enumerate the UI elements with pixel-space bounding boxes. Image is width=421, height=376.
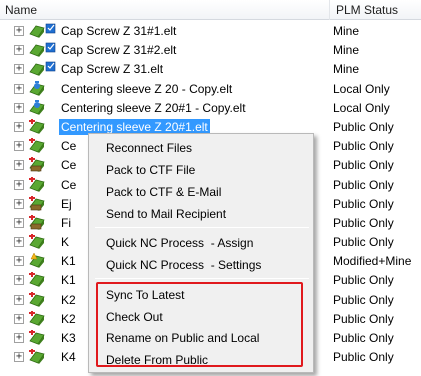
file-name[interactable]: Ce bbox=[61, 139, 76, 153]
menu-separator bbox=[95, 227, 309, 228]
file-name[interactable]: K2 bbox=[61, 293, 76, 307]
plm-status: Local Only bbox=[333, 100, 390, 115]
plm-status: Mine bbox=[333, 62, 360, 77]
plm-status: Mine bbox=[333, 43, 360, 58]
part-public-icon bbox=[28, 118, 58, 135]
file-name[interactable]: Fi bbox=[61, 216, 71, 230]
plm-status: Modified+Mine bbox=[333, 254, 412, 269]
assembly-public-icon bbox=[28, 214, 58, 231]
part-public-icon bbox=[28, 330, 58, 346]
expand-icon[interactable]: + bbox=[14, 333, 24, 343]
part-mine-icon bbox=[28, 61, 58, 77]
expand-icon[interactable]: + bbox=[14, 64, 24, 75]
file-name[interactable]: K1 bbox=[61, 273, 76, 287]
plm-status: Public Only bbox=[333, 119, 394, 134]
expand-icon[interactable]: + bbox=[14, 352, 24, 363]
part-mine-icon bbox=[28, 23, 58, 39]
file-name[interactable]: Cap Screw Z 31#1.elt bbox=[61, 24, 176, 38]
plm-status: Public Only bbox=[333, 196, 394, 211]
file-name[interactable]: Ce bbox=[61, 158, 76, 172]
expand-icon[interactable]: + bbox=[14, 26, 24, 36]
table-row[interactable]: + Cap Screw Z 31#2.elt Mine bbox=[0, 41, 421, 60]
part-public-icon bbox=[28, 291, 58, 308]
assembly-public-icon bbox=[28, 157, 58, 173]
menu-item-send-to-mail-recipient[interactable]: Send to Mail Recipient bbox=[106, 207, 226, 221]
plm-status: Mine bbox=[333, 24, 360, 38]
expand-icon[interactable]: + bbox=[14, 275, 24, 286]
file-name[interactable]: Ce bbox=[61, 178, 76, 192]
expand-icon[interactable]: + bbox=[14, 198, 24, 209]
file-name[interactable]: Centering sleeve Z 20#1 - Copy.elt bbox=[61, 101, 246, 115]
plm-status: Public Only bbox=[333, 331, 394, 345]
expand-icon[interactable]: + bbox=[14, 102, 24, 113]
plm-status: Public Only bbox=[333, 158, 394, 173]
column-plm-status-header[interactable]: PLM Status bbox=[336, 3, 398, 17]
assembly-public-icon bbox=[28, 195, 58, 212]
file-name[interactable]: K1 bbox=[61, 254, 76, 268]
part-public-icon bbox=[28, 349, 58, 365]
menu-item-quick-nc-settings[interactable]: Quick NC Process - Settings bbox=[106, 258, 261, 272]
menu-separator bbox=[95, 278, 309, 279]
expand-icon[interactable]: + bbox=[14, 141, 24, 152]
file-name[interactable]: Centering sleeve Z 20 - Copy.elt bbox=[61, 82, 232, 96]
part-mine-icon bbox=[28, 42, 58, 58]
column-header: Name PLM Status bbox=[0, 0, 421, 20]
table-row[interactable]: + Cap Screw Z 31.elt Mine bbox=[0, 60, 421, 79]
plm-status: Public Only bbox=[333, 215, 394, 230]
part-public-icon bbox=[28, 234, 58, 250]
expand-icon[interactable]: + bbox=[14, 294, 24, 305]
part-modified-icon bbox=[28, 253, 58, 269]
expand-icon[interactable]: + bbox=[14, 256, 24, 267]
plm-status: Public Only bbox=[333, 311, 394, 326]
plm-status: Public Only bbox=[333, 177, 394, 192]
plm-status: Public Only bbox=[333, 292, 394, 307]
file-name[interactable]: K3 bbox=[61, 331, 76, 345]
expand-icon[interactable]: + bbox=[14, 237, 24, 248]
plm-status: Public Only bbox=[333, 350, 394, 365]
file-name[interactable]: K4 bbox=[61, 350, 76, 364]
file-name[interactable]: Ej bbox=[61, 197, 72, 211]
expand-icon[interactable]: + bbox=[14, 121, 24, 132]
file-name[interactable]: K bbox=[61, 235, 69, 249]
expand-icon[interactable]: + bbox=[14, 45, 24, 56]
plm-status: Public Only bbox=[333, 139, 394, 154]
table-row[interactable]: + Cap Screw Z 31#1.elt Mine bbox=[0, 22, 421, 41]
expand-icon[interactable]: + bbox=[14, 83, 24, 94]
column-name-header[interactable]: Name bbox=[5, 3, 37, 17]
plm-status: Public Only bbox=[333, 273, 394, 288]
plm-status: Local Only bbox=[333, 81, 390, 96]
menu-item-pack-to-ctf-email[interactable]: Pack to CTF & E-Mail bbox=[106, 185, 221, 199]
part-local-icon bbox=[28, 80, 58, 97]
expand-icon[interactable]: + bbox=[14, 179, 24, 190]
expand-icon[interactable]: + bbox=[14, 160, 24, 171]
expand-icon[interactable]: + bbox=[14, 217, 24, 228]
menu-item-quick-nc-assign[interactable]: Quick NC Process - Assign bbox=[106, 236, 253, 250]
part-public-icon bbox=[28, 272, 58, 288]
file-name[interactable]: Cap Screw Z 31.elt bbox=[61, 62, 163, 76]
expand-icon[interactable]: + bbox=[14, 313, 24, 324]
file-name[interactable]: Cap Screw Z 31#2.elt bbox=[61, 43, 176, 57]
part-public-icon bbox=[28, 176, 58, 193]
part-local-icon bbox=[28, 99, 58, 116]
column-divider[interactable] bbox=[329, 0, 330, 20]
menu-item-pack-to-ctf-file[interactable]: Pack to CTF File bbox=[106, 163, 195, 177]
menu-item-reconnect-files[interactable]: Reconnect Files bbox=[106, 141, 192, 155]
plm-status: Public Only bbox=[333, 235, 394, 250]
annotation-highlight-box bbox=[96, 282, 303, 367]
table-row[interactable]: + Centering sleeve Z 20#1 - Copy.elt Local… bbox=[0, 99, 421, 118]
part-public-icon bbox=[28, 310, 58, 327]
table-row[interactable]: + Centering sleeve Z 20 - Copy.elt Local O… bbox=[0, 80, 421, 99]
file-name[interactable]: K2 bbox=[61, 312, 76, 326]
part-public-icon bbox=[28, 138, 58, 154]
